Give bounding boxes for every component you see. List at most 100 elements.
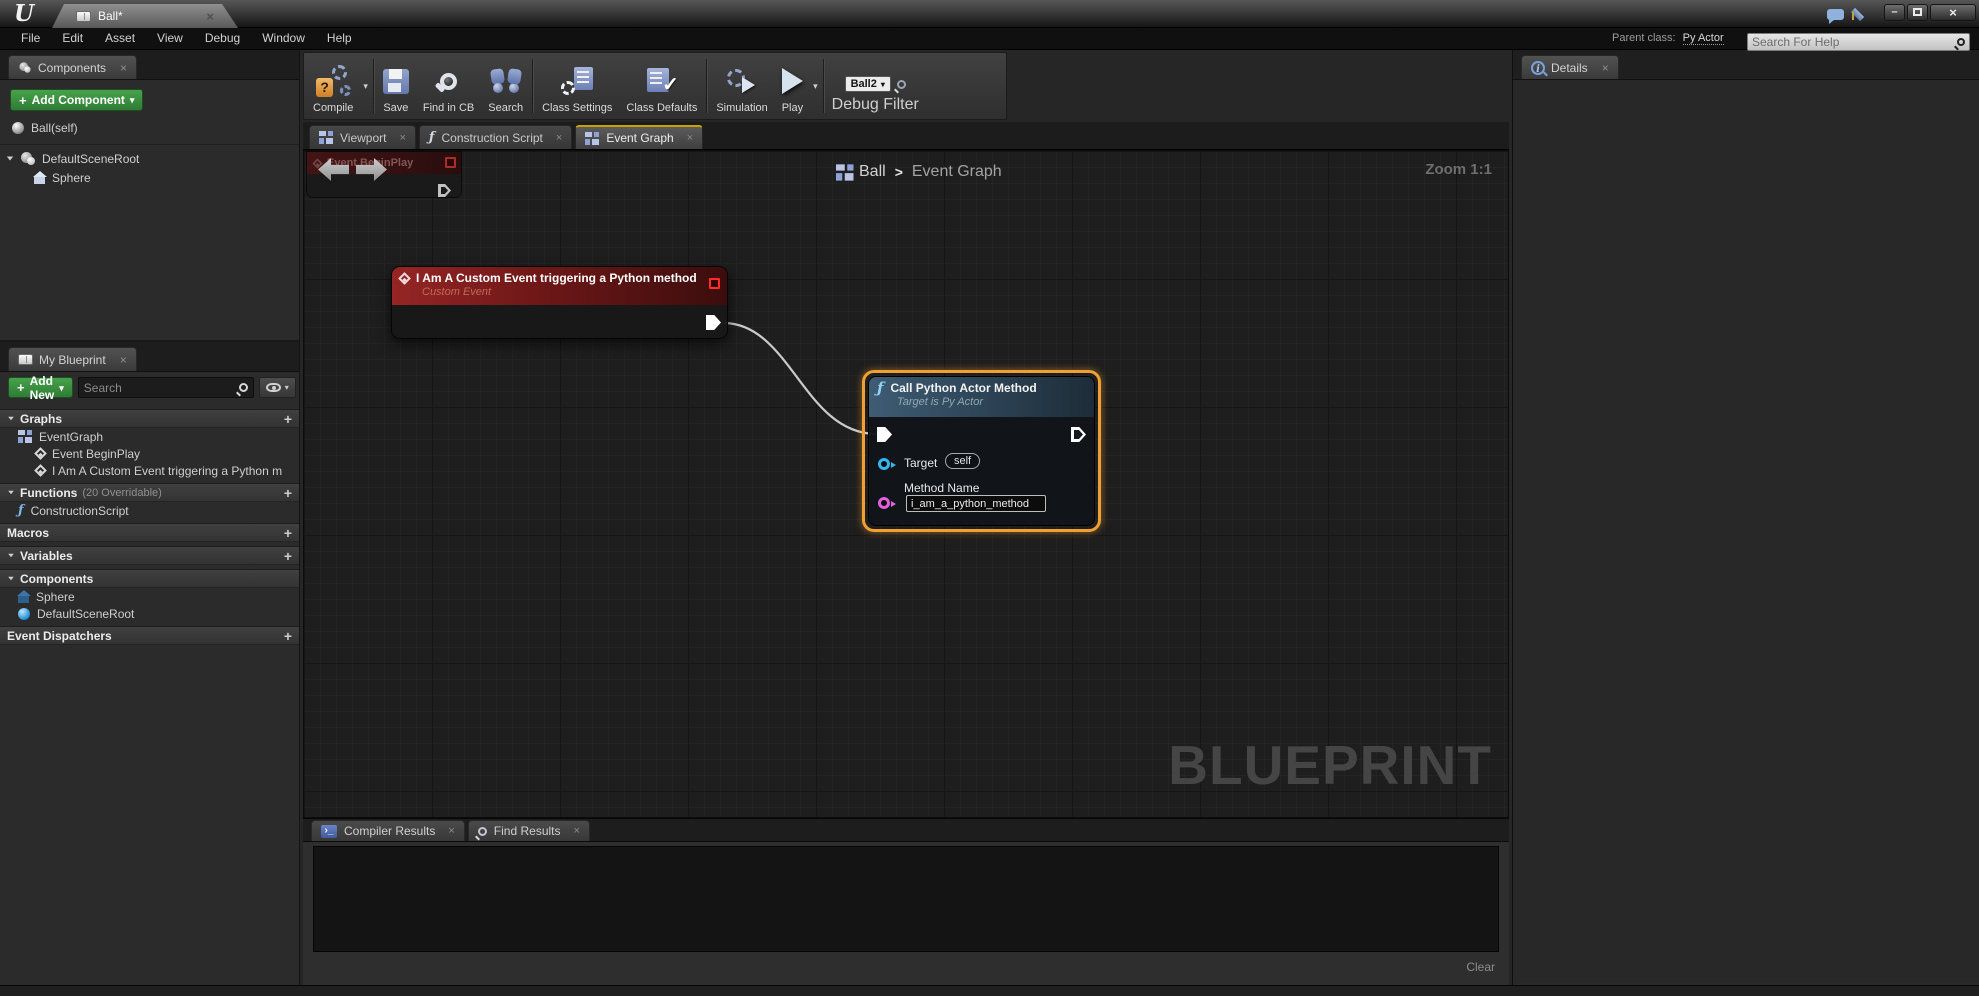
exec-output-pin[interactable]: [1071, 427, 1086, 442]
breadcrumb-root[interactable]: Ball: [859, 163, 886, 181]
tab-close-icon[interactable]: ×: [206, 9, 214, 24]
center-column: ? Compile ▾ Save Find in CB Search Class…: [300, 50, 1512, 985]
add-component-label: Add Component: [31, 93, 125, 107]
add-macro-icon[interactable]: +: [284, 525, 292, 541]
close-button[interactable]: ×: [1930, 4, 1976, 21]
toolbar: ? Compile ▾ Save Find in CB Search Class…: [303, 52, 1007, 120]
close-icon[interactable]: ×: [448, 825, 454, 837]
find-in-cb-icon: [440, 72, 458, 90]
close-icon[interactable]: ×: [1602, 61, 1609, 75]
add-function-icon[interactable]: +: [284, 485, 292, 501]
play-button[interactable]: Play: [775, 55, 810, 117]
compile-options-chevron-icon[interactable]: ▾: [360, 81, 371, 92]
help-search-input[interactable]: [1752, 35, 1957, 49]
section-components[interactable]: Components: [0, 569, 299, 588]
save-button[interactable]: Save: [376, 55, 416, 117]
target-object-pin[interactable]: [878, 458, 896, 470]
list-item-label: ConstructionScript: [30, 503, 129, 518]
list-item-eventgraph[interactable]: EventGraph: [0, 428, 299, 445]
menu-asset[interactable]: Asset: [94, 28, 146, 49]
node-call-python-actor-method[interactable]: ƒ Call Python Actor Method Target is Py …: [868, 376, 1095, 526]
parent-class-link[interactable]: Py Actor: [1682, 32, 1724, 45]
exec-input-pin[interactable]: [877, 427, 892, 442]
event-graph-canvas[interactable]: Ball > Event Graph Zoom 1:1 Event BeginP…: [303, 150, 1509, 818]
breadcrumb: Ball > Event Graph: [836, 163, 1002, 181]
tree-row-sphere[interactable]: Sphere: [0, 168, 299, 187]
target-default-value: self: [945, 453, 981, 469]
search-button[interactable]: Search: [481, 55, 530, 117]
tab-my-blueprint[interactable]: My Blueprint ×: [8, 347, 137, 371]
method-name-input[interactable]: [906, 495, 1046, 512]
play-options-chevron-icon[interactable]: ▾: [810, 81, 821, 92]
section-functions[interactable]: Functions (20 Overridable) +: [0, 483, 299, 502]
feedback-chat-icon[interactable]: [1827, 9, 1844, 24]
tutorial-cap-icon[interactable]: [1849, 6, 1867, 20]
add-component-button[interactable]: + Add Component ▾: [10, 89, 144, 111]
menu-edit[interactable]: Edit: [51, 28, 94, 49]
minimize-button[interactable]: –: [1884, 4, 1905, 21]
add-graph-icon[interactable]: +: [284, 411, 292, 427]
find-in-cb-label: Find in CB: [422, 102, 475, 114]
menu-window[interactable]: Window: [251, 28, 316, 49]
add-variable-icon[interactable]: +: [284, 548, 292, 564]
tree-row-ball-self[interactable]: Ball(self): [0, 118, 299, 137]
section-variables[interactable]: Variables +: [0, 546, 299, 565]
tab-components[interactable]: Components ×: [8, 55, 138, 79]
section-event-dispatchers[interactable]: Event Dispatchers +: [0, 626, 299, 645]
tab-event-graph[interactable]: Event Graph ×: [575, 125, 704, 149]
add-dispatcher-icon[interactable]: +: [284, 628, 292, 644]
exec-output-pin[interactable]: [706, 315, 721, 330]
static-mesh-icon: [33, 170, 47, 184]
tab-viewport[interactable]: Viewport ×: [309, 125, 416, 149]
visibility-filter-button[interactable]: ▾: [258, 377, 296, 398]
menu-file[interactable]: File: [10, 28, 51, 49]
class-settings-button[interactable]: Class Settings: [535, 55, 619, 117]
chevron-down-icon: ▾: [284, 383, 289, 392]
list-item-custom-event[interactable]: I Am A Custom Event triggering a Python …: [0, 462, 299, 479]
clear-button[interactable]: Clear: [1466, 960, 1495, 974]
blueprint-search-box: [77, 377, 254, 398]
close-icon[interactable]: ×: [574, 825, 580, 837]
blueprint-search-input[interactable]: [83, 380, 239, 395]
node-custom-event[interactable]: I Am A Custom Event triggering a Python …: [391, 266, 728, 339]
components-icon: [19, 62, 31, 73]
list-item-defaultsceneroot[interactable]: DefaultSceneRoot: [0, 605, 299, 622]
tab-compiler-results[interactable]: ›_ Compiler Results ×: [311, 820, 465, 841]
menu-debug[interactable]: Debug: [194, 28, 251, 49]
compile-button[interactable]: ? Compile: [306, 55, 360, 117]
tree-row-defaultsceneroot[interactable]: DefaultSceneRoot: [0, 149, 299, 168]
close-icon[interactable]: ×: [687, 132, 693, 144]
close-icon[interactable]: ×: [120, 353, 127, 367]
class-defaults-button[interactable]: ✓ Class Defaults: [619, 55, 704, 117]
close-icon[interactable]: ×: [556, 132, 562, 144]
list-item-sphere[interactable]: Sphere: [0, 588, 299, 605]
add-new-button[interactable]: + Add New ▾: [8, 374, 73, 402]
tab-construction-script[interactable]: ƒ Construction Script ×: [418, 125, 573, 149]
list-item-event-beginplay[interactable]: Event BeginPlay: [0, 445, 299, 462]
asset-tab-ball[interactable]: Ball* ×: [52, 4, 238, 28]
chevron-down-icon: ▾: [129, 95, 135, 105]
menu-view[interactable]: View: [146, 28, 194, 49]
asset-tab-label: Ball*: [98, 9, 123, 23]
maximize-button[interactable]: [1907, 4, 1928, 21]
menu-help[interactable]: Help: [316, 28, 363, 49]
debug-object-dropdown[interactable]: Ball2 ▾: [844, 76, 891, 92]
tab-details[interactable]: i Details ×: [1521, 55, 1619, 79]
section-label: Components: [20, 571, 94, 586]
titlebar: U Ball* × – ×: [0, 0, 1979, 28]
close-icon[interactable]: ×: [120, 61, 127, 75]
method-name-pin[interactable]: [878, 497, 896, 509]
add-new-label: Add New: [29, 373, 55, 402]
class-defaults-label: Class Defaults: [626, 102, 698, 114]
components-panel: Components × + Add Component ▾ Ball(self…: [0, 50, 299, 340]
exec-output-pin[interactable]: [438, 184, 451, 197]
expander-icon[interactable]: [6, 156, 14, 161]
section-macros[interactable]: Macros +: [0, 523, 299, 542]
section-graphs[interactable]: Graphs +: [0, 409, 299, 428]
simulation-button[interactable]: Simulation: [709, 55, 774, 117]
find-in-cb-button[interactable]: Find in CB: [416, 55, 481, 117]
debug-search-icon[interactable]: [896, 79, 906, 89]
close-icon[interactable]: ×: [399, 132, 405, 144]
tab-find-results[interactable]: Find Results ×: [467, 820, 590, 841]
list-item-constructionscript[interactable]: ƒ ConstructionScript: [0, 502, 299, 519]
